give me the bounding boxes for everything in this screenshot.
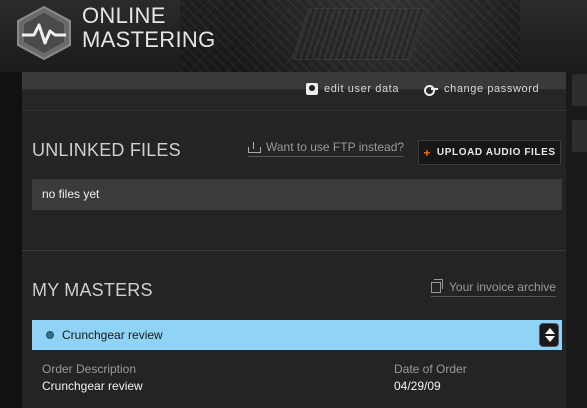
change-password-label: change password: [444, 83, 540, 95]
change-password-link[interactable]: change password: [424, 83, 540, 96]
right-rail: [566, 72, 587, 408]
plus-icon: +: [423, 145, 431, 160]
header-circuit-graphic: [291, 8, 429, 60]
invoice-archive-link[interactable]: Your invoice archive: [431, 278, 556, 297]
user-icon: [306, 83, 318, 95]
unlinked-files-title: UNLINKED FILES: [32, 140, 181, 160]
expand-collapse-icon[interactable]: [539, 323, 559, 347]
brand-name: ONLINE MASTERING: [82, 4, 216, 52]
master-item-title: Crunchgear review: [62, 328, 163, 342]
ftp-link-label: Want to use FTP instead?: [266, 140, 405, 154]
date-of-order-label: Date of Order: [394, 362, 467, 376]
bullet-icon: [46, 331, 54, 339]
upload-icon: [248, 141, 261, 153]
my-masters-title: MY MASTERS: [32, 280, 153, 300]
upload-button-label: UPLOAD AUDIO FILES: [436, 147, 556, 158]
master-item-header[interactable]: Crunchgear review: [32, 320, 562, 350]
edit-user-data-label: edit user data: [324, 83, 400, 95]
documents-icon: [431, 278, 443, 293]
brand-line-1: ONLINE: [82, 3, 166, 28]
ftp-link[interactable]: Want to use FTP instead?: [248, 140, 405, 157]
brand-line-2: MASTERING: [82, 27, 216, 52]
date-of-order-value: 04/29/09: [394, 379, 441, 393]
app-page: ONLINE MASTERING edit user data change p…: [0, 0, 587, 408]
edit-user-data-link[interactable]: edit user data: [306, 83, 399, 95]
rail-tab[interactable]: [572, 120, 587, 152]
key-icon: [424, 84, 438, 96]
upload-audio-files-button[interactable]: + UPLOAD AUDIO FILES: [418, 140, 561, 165]
empty-files-message: no files yet: [32, 179, 562, 210]
rail-tab[interactable]: [572, 74, 587, 106]
logo-icon[interactable]: [14, 5, 74, 61]
site-header: ONLINE MASTERING: [0, 0, 587, 72]
order-description-value: Crunchgear review: [42, 379, 143, 393]
order-description-label: Order Description: [42, 362, 137, 376]
invoice-archive-label: Your invoice archive: [449, 280, 556, 294]
